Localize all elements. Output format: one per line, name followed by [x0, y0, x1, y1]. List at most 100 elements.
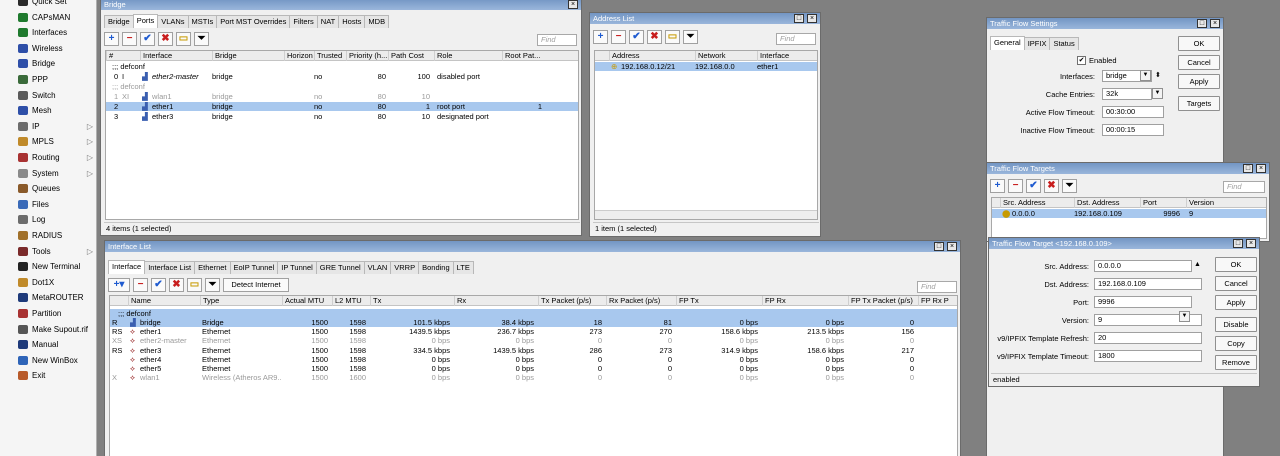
tft-title-bar[interactable]: Traffic Flow Targets: [987, 163, 1269, 174]
interface-title-bar[interactable]: Interface List: [105, 241, 960, 252]
ok-button[interactable]: OK: [1178, 36, 1220, 51]
column-header[interactable]: Root Pat...: [502, 51, 548, 61]
scrollbar[interactable]: [595, 210, 817, 219]
table-row[interactable]: ⟡ ether5 Ethernet 1500 1598 0 bps 0 bps 0 0 0 bps…: [110, 364, 957, 373]
traffic-flow-targets-window[interactable]: Traffic Flow Targets □ × + − ✔ ✖ ⏷ Find Src.…: [986, 162, 1270, 242]
sidebar-item-metarouter[interactable]: MetaROUTER: [0, 290, 97, 306]
column-header[interactable]: L2 MTU: [332, 296, 370, 306]
table-row[interactable]: ⬤ 0.0.0.0 192.168.0.109 9996 9: [992, 209, 1266, 218]
tab-ipfix[interactable]: IPFIX: [1023, 37, 1051, 50]
table-row[interactable]: X ⟡ wlan1 Wireless (Atheros AR9... 1500 1600 0…: [110, 373, 957, 382]
enabled-checkbox[interactable]: ✔: [1077, 56, 1086, 65]
comment-icon[interactable]: ▭: [665, 30, 680, 44]
filter-icon[interactable]: ⏷: [1062, 179, 1077, 193]
sidebar-item-queues[interactable]: Queues: [0, 181, 97, 197]
port-input[interactable]: 9996: [1094, 296, 1192, 308]
apply-button[interactable]: Apply: [1215, 295, 1257, 310]
table-row[interactable]: XS ⟡ ether2-master Ethernet 1500 1598 0 bps 0 b…: [110, 336, 957, 345]
column-header[interactable]: Port: [1140, 198, 1186, 208]
active-flow-timeout-input[interactable]: 00:30:00: [1102, 106, 1164, 118]
sidebar-item-radius[interactable]: RADIUS: [0, 228, 97, 244]
column-header[interactable]: FP Tx Packet (p/s): [848, 296, 918, 306]
sidebar-item-quick-set[interactable]: Quick Set: [0, 0, 97, 10]
copy-button[interactable]: Copy: [1215, 336, 1257, 351]
tab-lte[interactable]: LTE: [452, 261, 474, 274]
column-header[interactable]: Role: [434, 51, 502, 61]
remove-icon[interactable]: −: [133, 278, 148, 292]
close-icon[interactable]: ×: [1210, 19, 1220, 28]
tab-mstis[interactable]: MSTIs: [187, 15, 218, 28]
column-header[interactable]: Address: [609, 51, 695, 61]
inactive-flow-timeout-input[interactable]: 00:00:15: [1102, 124, 1164, 136]
table-row[interactable]: ⊕ 192.168.0.12/21 192.168.0.0 ether1: [595, 62, 817, 71]
add-icon[interactable]: +: [593, 30, 608, 44]
src-address-input[interactable]: 0.0.0.0: [1094, 260, 1192, 272]
address-title-bar[interactable]: Address List: [590, 13, 820, 24]
column-header[interactable]: Dst. Address: [1074, 198, 1140, 208]
sidebar-item-make-supout[interactable]: Make Supout.rif: [0, 322, 97, 338]
bridge-window[interactable]: Bridge × Bridge Ports VLANs MSTIs Port MST O…: [100, 0, 582, 236]
restore-icon[interactable]: □: [1233, 239, 1243, 248]
sidebar-item-system[interactable]: System ▷: [0, 166, 97, 182]
apply-button[interactable]: Apply: [1178, 74, 1220, 89]
tab-status[interactable]: Status: [1049, 37, 1079, 50]
filter-icon[interactable]: ⏷: [194, 32, 209, 46]
filter-icon[interactable]: ⏷: [205, 278, 220, 292]
tab-hosts[interactable]: Hosts: [338, 15, 366, 28]
interface-list-window[interactable]: Interface List □ × Interface Interface Li…: [104, 240, 961, 456]
column-header[interactable]: Tx Packet (p/s): [538, 296, 606, 306]
comment-icon[interactable]: ▭: [176, 32, 191, 46]
tab-nat[interactable]: NAT: [316, 15, 340, 28]
column-header[interactable]: Type: [200, 296, 282, 306]
restore-icon[interactable]: □: [1197, 19, 1207, 28]
column-header[interactable]: Rx: [454, 296, 538, 306]
filter-icon[interactable]: ⏷: [683, 30, 698, 44]
column-header[interactable]: #: [106, 51, 140, 61]
target-title-bar[interactable]: Traffic Flow Target <192.168.0.109>: [989, 238, 1259, 249]
table-row[interactable]: RS ⟡ ether3 Ethernet 1500 1598 334.5 kbps 1439.…: [110, 346, 957, 355]
add-dropdown-icon[interactable]: +▾: [108, 278, 130, 292]
column-header[interactable]: Bridge: [212, 51, 284, 61]
tab-filters[interactable]: Filters: [289, 15, 318, 28]
cancel-button[interactable]: Cancel: [1178, 55, 1220, 70]
column-header[interactable]: Src. Address: [1000, 198, 1074, 208]
sidebar-item-new-terminal[interactable]: New Terminal: [0, 259, 97, 275]
tab-vrrp[interactable]: VRRP: [390, 261, 420, 274]
close-icon[interactable]: ×: [947, 242, 957, 251]
column-header[interactable]: Interface: [757, 51, 817, 61]
close-icon[interactable]: ×: [807, 14, 817, 23]
column-header[interactable]: Interface: [140, 51, 212, 61]
table-row[interactable]: 0 I ▟ ether2-master bridge no 80 100 disabled po…: [106, 72, 578, 81]
column-header[interactable]: Priority (h...: [346, 51, 388, 61]
remove-icon[interactable]: −: [1008, 179, 1023, 193]
column-header[interactable]: Network: [695, 51, 757, 61]
targets-button[interactable]: Targets: [1178, 96, 1220, 111]
column-header[interactable]: Trusted: [314, 51, 346, 61]
sidebar-item-manual[interactable]: Manual: [0, 337, 97, 353]
column-header[interactable]: FP Rx P: [918, 296, 957, 306]
address-list-window[interactable]: Address List □ × + − ✔ ✖ ▭ ⏷ Find Address Netw…: [589, 12, 821, 237]
sidebar-item-new-winbox[interactable]: New WinBox: [0, 353, 97, 369]
disable-button[interactable]: Disable: [1215, 317, 1257, 332]
tab-mdb[interactable]: MDB: [364, 15, 390, 28]
interface-find-input[interactable]: Find: [917, 281, 957, 293]
remove-icon[interactable]: −: [611, 30, 626, 44]
remove-icon[interactable]: −: [122, 32, 137, 46]
column-header[interactable]: Horizon: [284, 51, 314, 61]
table-row[interactable]: 3 ▟ ether3 bridge no 80 10 designated port: [106, 112, 578, 121]
comment-icon[interactable]: ▭: [187, 278, 202, 292]
dropdown-arrow-icon[interactable]: ▼: [1140, 70, 1151, 81]
tab-ports[interactable]: Ports: [132, 14, 159, 28]
sidebar-item-wireless[interactable]: Wireless: [0, 41, 97, 57]
column-header[interactable]: Actual MTU: [282, 296, 332, 306]
dst-address-input[interactable]: 192.168.0.109: [1094, 278, 1202, 290]
sidebar-item-routing[interactable]: Routing ▷: [0, 150, 97, 166]
tab-interface-list[interactable]: Interface List: [144, 261, 196, 274]
sidebar-item-interfaces[interactable]: Interfaces: [0, 25, 97, 41]
collapse-arrow-icon[interactable]: ▲: [1194, 261, 1201, 268]
close-icon[interactable]: ×: [1246, 239, 1256, 248]
close-icon[interactable]: ×: [568, 0, 578, 9]
tab-vlans[interactable]: VLANs: [157, 15, 189, 28]
disable-x-icon[interactable]: ✖: [647, 30, 662, 44]
column-header[interactable]: Tx: [370, 296, 454, 306]
